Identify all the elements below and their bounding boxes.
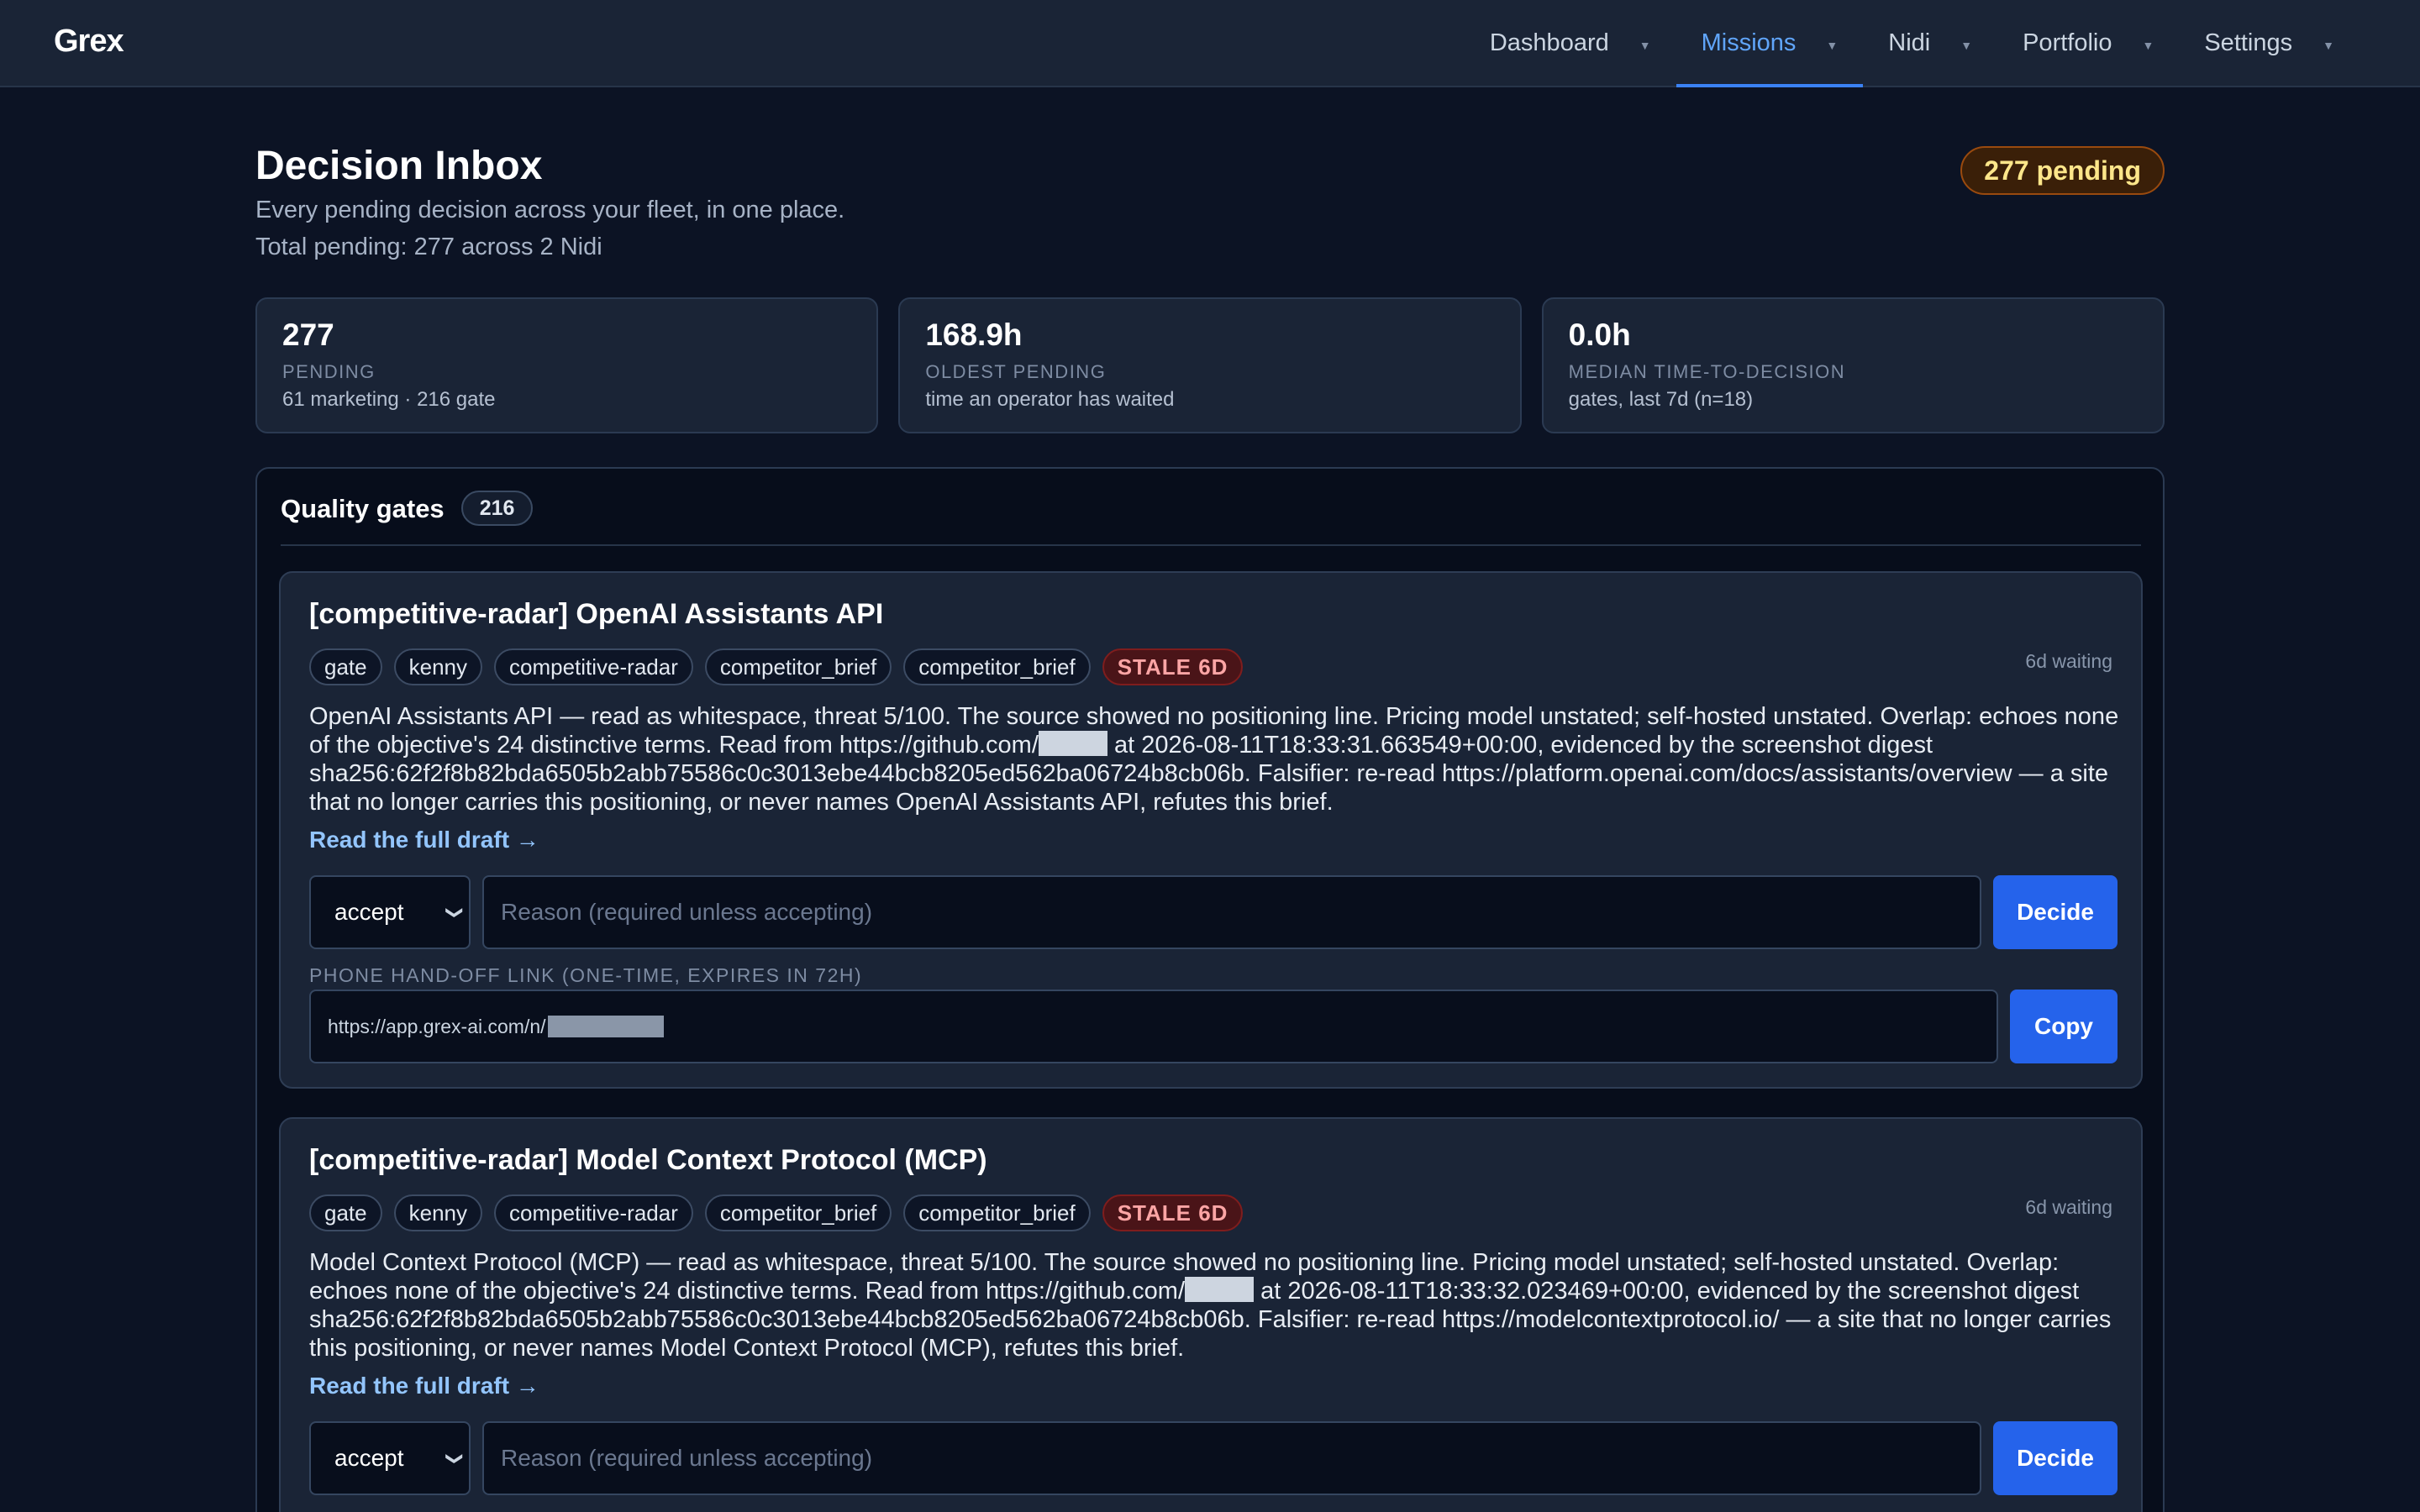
page-subtitle: Every pending decision across your fleet… <box>255 197 845 223</box>
decision-select-value: accept <box>334 899 404 925</box>
top-nav-bar: Grex Dashboard ▼ Missions ▼ Nidi ▼ Portf… <box>0 0 2420 87</box>
tag: competitive-radar <box>494 648 693 685</box>
decision-select-value: accept <box>334 1445 404 1471</box>
page-title: Decision Inbox <box>255 144 543 188</box>
tag: competitor_brief <box>903 1194 1091 1231</box>
stat-card-oldest-pending: 168.9h OLDEST PENDING time an operator h… <box>898 297 1522 433</box>
tag-list: gate kenny competitive-radar competitor_… <box>309 648 1244 685</box>
waiting-time: 6d waiting <box>2025 1196 2112 1218</box>
decide-button[interactable]: Decide <box>1993 875 2118 949</box>
nav-item-label: Settings <box>2204 29 2293 56</box>
decision-card: [competitive-radar] OpenAI Assistants AP… <box>279 571 2143 1089</box>
tag: competitor_brief <box>903 648 1091 685</box>
quality-gates-panel: Quality gates 216 [competitive-radar] Op… <box>255 467 2165 1512</box>
stat-subtext: 61 marketing · 216 gate <box>282 388 496 411</box>
redacted-text <box>547 1016 664 1037</box>
stale-badge: STALE 6D <box>1102 1194 1244 1231</box>
decision-card: [competitive-radar] Model Context Protoc… <box>279 1117 2143 1512</box>
read-full-draft-link[interactable]: Read the full draft → <box>309 1373 539 1399</box>
tag: gate <box>309 648 382 685</box>
card-description: Model Context Protocol (MCP) — read as w… <box>309 1248 2124 1362</box>
tag-list: gate kenny competitive-radar competitor_… <box>309 1194 1244 1231</box>
handoff-label: PHONE HAND-OFF LINK (ONE-TIME, EXPIRES I… <box>309 964 863 986</box>
read-full-draft-link[interactable]: Read the full draft → <box>309 827 539 853</box>
section-count-badge: 216 <box>460 491 534 526</box>
nav-item-label: Missions <box>1701 29 1797 56</box>
nav-item-label: Nidi <box>1888 29 1931 56</box>
chevron-down-icon[interactable]: ▼ <box>1639 39 1651 52</box>
nav-item-label: Portfolio <box>2023 29 2112 56</box>
tag: competitor_brief <box>704 1194 892 1231</box>
total-pending-text: Total pending: 277 across 2 Nidi <box>255 234 602 260</box>
handoff-row: https://app.grex-ai.com/n/ Copy <box>309 990 2118 1063</box>
brand-logo[interactable]: Grex <box>54 24 124 60</box>
card-title: [competitive-radar] OpenAI Assistants AP… <box>309 598 884 630</box>
stat-subtext: gates, last 7d (n=18) <box>1568 388 1754 411</box>
tag: kenny <box>393 648 482 685</box>
stat-label: MEDIAN TIME-TO-DECISION <box>1568 361 1846 382</box>
decision-form: accept ❯ Reason (required unless accepti… <box>309 1421 2118 1495</box>
stat-subtext: time an operator has waited <box>925 388 1175 411</box>
card-title: [competitive-radar] Model Context Protoc… <box>309 1144 987 1176</box>
tag: kenny <box>393 1194 482 1231</box>
nav-item-settings[interactable]: Settings ▼ <box>2179 0 2360 86</box>
stale-badge: STALE 6D <box>1102 648 1244 685</box>
decision-select[interactable]: accept ❯ <box>309 1421 471 1495</box>
stat-value: 277 <box>282 318 334 352</box>
waiting-time: 6d waiting <box>2025 650 2112 672</box>
card-description: OpenAI Assistants API — read as whitespa… <box>309 702 2124 816</box>
tag: gate <box>309 1194 382 1231</box>
nav-item-nidi[interactable]: Nidi ▼ <box>1863 0 1997 86</box>
main-nav: Dashboard ▼ Missions ▼ Nidi ▼ Portfolio … <box>1465 0 2360 87</box>
stat-label: OLDEST PENDING <box>925 361 1107 382</box>
tag: competitor_brief <box>704 648 892 685</box>
stat-label: PENDING <box>282 361 376 382</box>
chevron-down-icon[interactable]: ▼ <box>2323 39 2334 52</box>
stat-value: 168.9h <box>925 318 1023 352</box>
copy-button[interactable]: Copy <box>2010 990 2118 1063</box>
handoff-link-field[interactable]: https://app.grex-ai.com/n/ <box>309 990 1998 1063</box>
stats-row: 277 PENDING 61 marketing · 216 gate 168.… <box>255 297 2165 433</box>
stat-value: 0.0h <box>1568 318 1631 352</box>
handoff-url: https://app.grex-ai.com/n/ <box>328 1015 546 1037</box>
section-title: Quality gates <box>281 494 445 523</box>
chevron-down-icon: ❯ <box>445 905 465 920</box>
redacted-text <box>1185 1277 1255 1302</box>
reason-input[interactable]: Reason (required unless accepting) <box>482 875 1981 949</box>
decide-button[interactable]: Decide <box>1993 1421 2118 1495</box>
nav-item-portfolio[interactable]: Portfolio ▼ <box>1997 0 2179 86</box>
stat-card-pending: 277 PENDING 61 marketing · 216 gate <box>255 297 879 433</box>
chevron-down-icon[interactable]: ▼ <box>2142 39 2154 52</box>
chevron-down-icon[interactable]: ▼ <box>1960 39 1972 52</box>
redacted-text <box>1038 731 1107 756</box>
tag: competitive-radar <box>494 1194 693 1231</box>
reason-input[interactable]: Reason (required unless accepting) <box>482 1421 1981 1495</box>
nav-item-missions[interactable]: Missions ▼ <box>1676 0 1864 87</box>
stat-card-median-time: 0.0h MEDIAN TIME-TO-DECISION gates, last… <box>1541 297 2165 433</box>
nav-item-dashboard[interactable]: Dashboard ▼ <box>1465 0 1676 86</box>
pending-badge: 277 pending <box>1960 146 2165 195</box>
decision-form: accept ❯ Reason (required unless accepti… <box>309 875 2118 949</box>
nav-item-label: Dashboard <box>1489 29 1609 56</box>
panel-header: Quality gates 216 <box>281 491 2141 546</box>
chevron-down-icon[interactable]: ▼ <box>1826 39 1838 52</box>
decision-select[interactable]: accept ❯ <box>309 875 471 949</box>
chevron-down-icon: ❯ <box>445 1451 465 1466</box>
